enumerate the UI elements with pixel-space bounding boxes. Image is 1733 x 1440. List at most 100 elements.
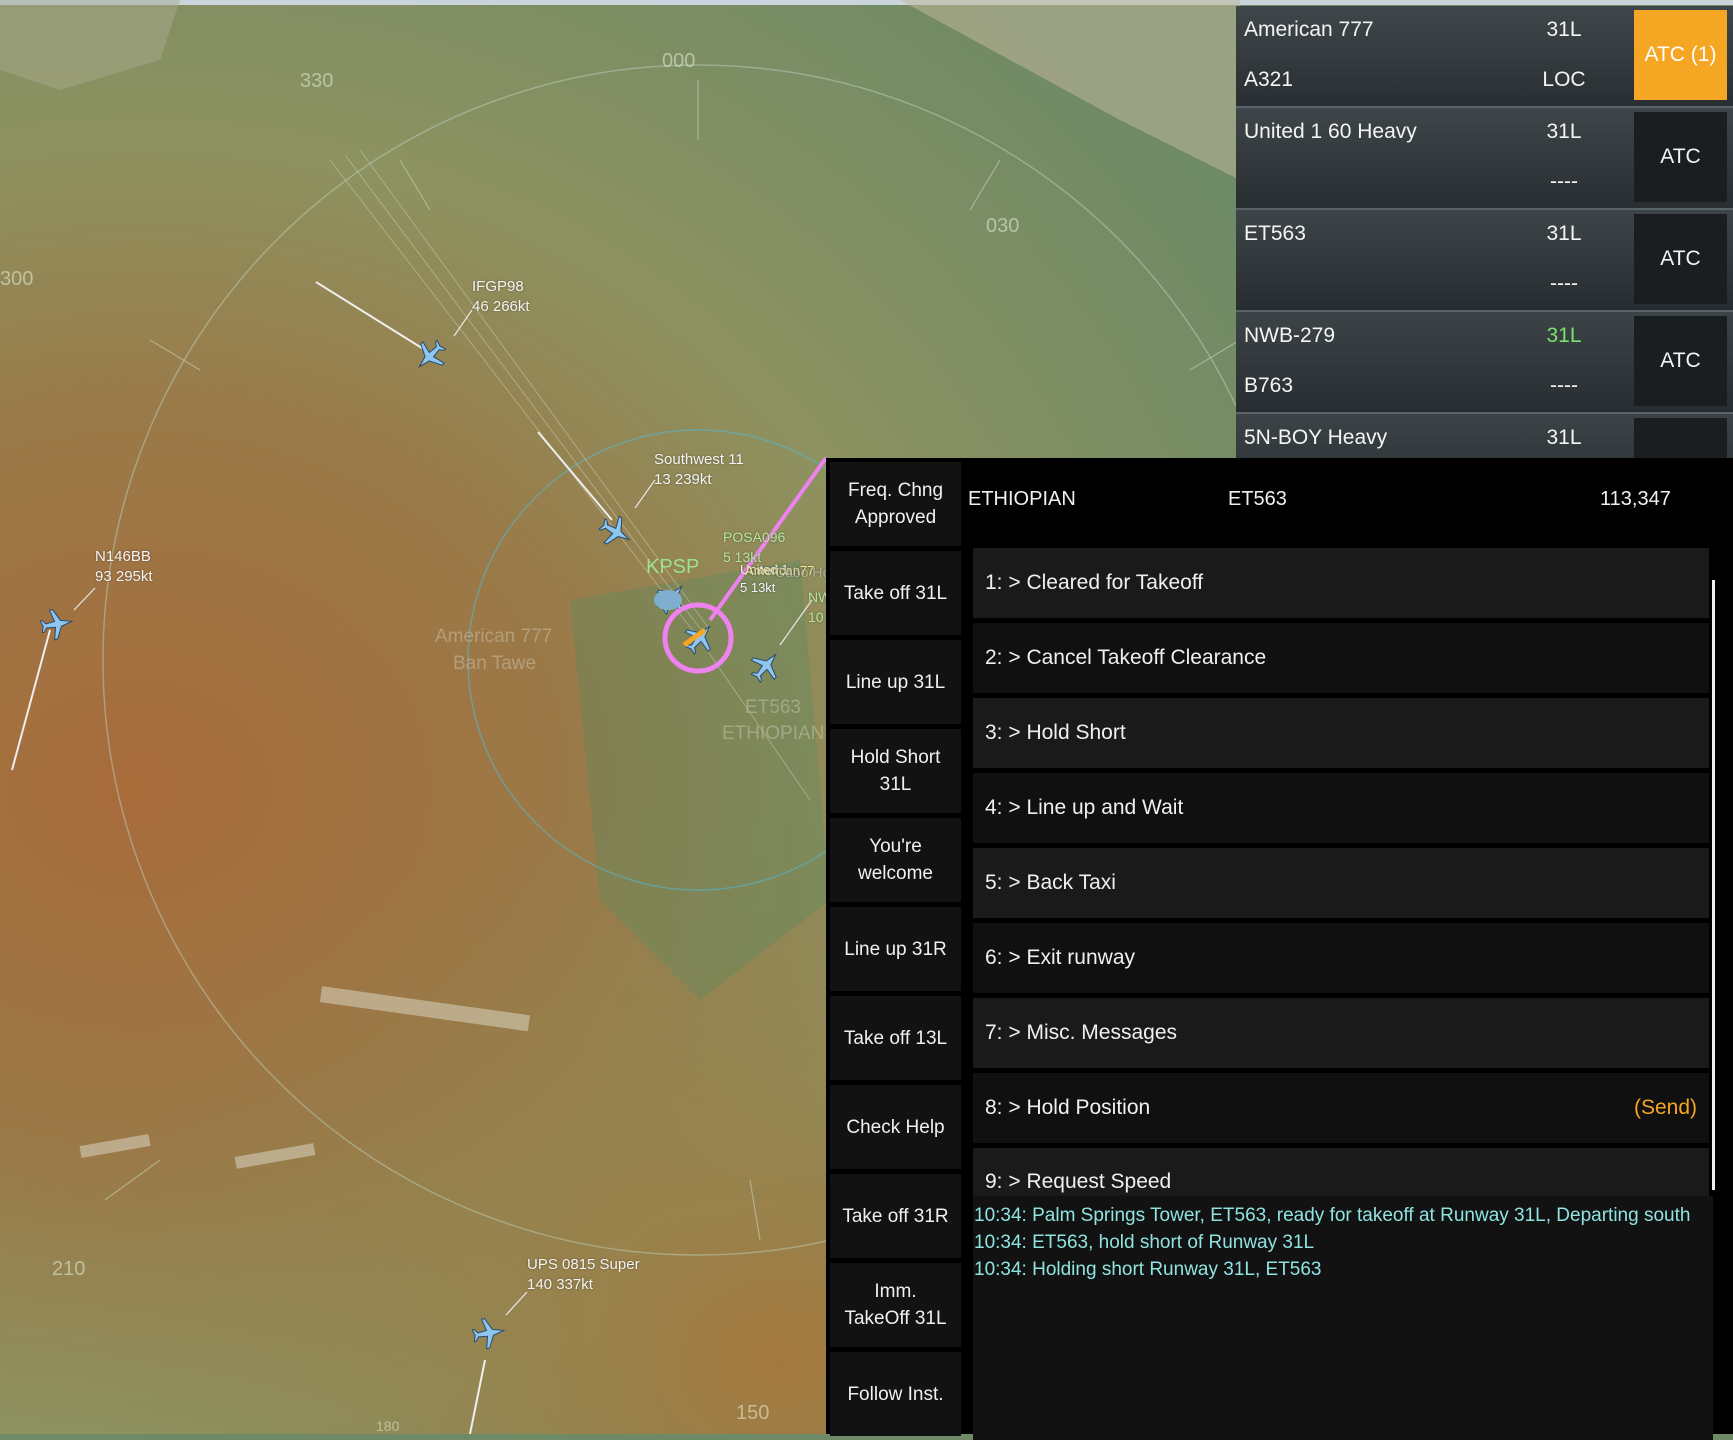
strip-callsign: American 777	[1244, 18, 1374, 41]
command-label: Freq. Chng Approved	[847, 480, 944, 528]
strip-type: B763	[1244, 374, 1294, 397]
strip-united160[interactable]: United 1 60 Heavy 31L ---- ATC	[1236, 108, 1733, 210]
option-label: > Cleared for Takeoff	[1008, 571, 1204, 594]
option-number: 2:	[985, 646, 1003, 669]
strip-5nboy[interactable]: 5N-BOY Heavy 31L	[1236, 414, 1733, 460]
command-label: Line up 31L	[845, 671, 946, 693]
strip-nwb279[interactable]: NWB-279 B763 31L ---- ATC	[1236, 312, 1733, 414]
strip-status: ----	[1550, 374, 1578, 397]
bearing-210: 210	[52, 1258, 86, 1280]
atc-button[interactable]: ATC	[1634, 316, 1727, 406]
option-exit-runway[interactable]: 6: > Exit runway	[973, 923, 1709, 993]
command-label: Take off 31R	[842, 1205, 949, 1227]
atc-button[interactable]	[1634, 418, 1727, 460]
command-label: Take off 13L	[843, 1027, 948, 1049]
option-hold-short[interactable]: 3: > Hold Short	[973, 698, 1709, 768]
option-misc-messages[interactable]: 7: > Misc. Messages	[973, 998, 1709, 1068]
strip-status: ----	[1550, 272, 1578, 295]
send-link[interactable]: (Send)	[1634, 1096, 1697, 1120]
option-cleared-for-takeoff[interactable]: 1: > Cleared for Takeoff	[973, 548, 1709, 618]
take-off-31l-button[interactable]: Take off 31L	[830, 551, 961, 635]
command-label: Follow Inst.	[847, 1383, 944, 1405]
follow-inst-button[interactable]: Follow Inst.	[830, 1352, 961, 1436]
take-off-13l-button[interactable]: Take off 13L	[830, 996, 961, 1080]
imm-takeoff-31l-button[interactable]: Imm. TakeOff 31L	[830, 1263, 961, 1347]
atc-button[interactable]: ATC	[1634, 112, 1727, 202]
airport-label: KPSP	[646, 556, 700, 578]
strip-status: ----	[1550, 170, 1578, 193]
aircraft-tag-southwest11[interactable]: Southwest 11 13 239kt	[654, 450, 744, 490]
strip-runway: 31L	[1546, 426, 1582, 449]
detail-callsign: ET563	[1228, 488, 1287, 510]
faint-label-ethiopian: ETHIOPIAN	[722, 723, 825, 744]
option-number: 6:	[985, 946, 1003, 969]
detail-value: 113,347	[1600, 488, 1671, 510]
take-off-31r-button[interactable]: Take off 31R	[830, 1174, 961, 1258]
log-entry: 10:34: Holding short Runway 31L, ET563	[974, 1259, 1322, 1280]
command-label: You're welcome	[858, 836, 933, 884]
line-up-31r-button[interactable]: Line up 31R	[830, 907, 961, 991]
atc-button[interactable]: ATC (1)	[1634, 10, 1727, 100]
command-label: Hold Short 31L	[850, 747, 941, 795]
option-label: > Hold Short	[1008, 721, 1126, 744]
youre-welcome-button[interactable]: You're welcome	[830, 818, 961, 902]
aircraft-tag-ups0815[interactable]: UPS 0815 Super 140 337kt	[527, 1255, 640, 1295]
option-label: > Cancel Takeoff Clearance	[1008, 646, 1267, 669]
command-label: Take off 31L	[843, 582, 948, 604]
bearing-030: 030	[986, 215, 1020, 237]
command-label: Imm. TakeOff 31L	[844, 1281, 947, 1329]
strip-et563[interactable]: ET563 31L ---- ATC	[1236, 210, 1733, 312]
command-menu: Freq. Chng Approved Take off 31L Line up…	[826, 458, 965, 1436]
bearing-300: 300	[0, 268, 34, 290]
strip-american777[interactable]: American 777 A321 31L LOC ATC (1)	[1236, 6, 1733, 108]
strip-type: A321	[1244, 68, 1294, 91]
bearing-330: 330	[300, 70, 334, 92]
strip-callsign: 5N-BOY Heavy	[1244, 426, 1388, 449]
options-scrollbar[interactable]	[1712, 580, 1715, 1190]
airline-name: ETHIOPIAN	[968, 488, 1076, 510]
option-number: 8:	[985, 1096, 1003, 1119]
option-number: 5:	[985, 871, 1003, 894]
option-back-taxi[interactable]: 5: > Back Taxi	[973, 848, 1709, 918]
option-number: 4:	[985, 796, 1003, 819]
strip-runway: 31L	[1546, 120, 1582, 143]
aircraft-tag-ifgp98[interactable]: IFGP98 46 266kt	[472, 277, 530, 317]
flight-strips-panel: American 777 A321 31L LOC ATC (1) United…	[1236, 6, 1733, 460]
option-label: > Line up and Wait	[1008, 796, 1184, 819]
option-label: > Misc. Messages	[1008, 1021, 1177, 1044]
aircraft-detail-panel: ETHIOPIAN ET563 113,347 1: > Cleared for…	[964, 458, 1733, 1440]
log-entry: 10:34: Palm Springs Tower, ET563, ready …	[974, 1205, 1691, 1226]
strip-runway: 31L	[1546, 324, 1582, 347]
command-label: Line up 31R	[844, 938, 947, 960]
aircraft-tag-n146bb[interactable]: N146BB 93 295kt	[95, 547, 153, 587]
message-log: 10:34: Palm Springs Tower, ET563, ready …	[973, 1196, 1713, 1440]
bearing-000: 000	[662, 50, 696, 72]
strip-callsign: NWB-279	[1244, 324, 1336, 347]
option-label: > Request Speed	[1008, 1170, 1172, 1193]
option-number: 3:	[985, 721, 1003, 744]
freq-change-approved-button[interactable]: Freq. Chng Approved	[830, 462, 961, 546]
option-label: > Exit runway	[1008, 946, 1135, 969]
option-number: 1:	[985, 571, 1003, 594]
line-up-31l-button[interactable]: Line up 31L	[830, 640, 961, 724]
option-number: 7:	[985, 1021, 1003, 1044]
option-line-up-and-wait[interactable]: 4: > Line up and Wait	[973, 773, 1709, 843]
log-entry: 10:34: ET563, hold short of Runway 31L	[974, 1232, 1315, 1253]
option-cancel-takeoff-clearance[interactable]: 2: > Cancel Takeoff Clearance	[973, 623, 1709, 693]
strip-status: LOC	[1542, 68, 1586, 91]
strip-callsign: ET563	[1244, 222, 1306, 245]
hold-short-31l-button[interactable]: Hold Short 31L	[830, 729, 961, 813]
option-number: 9:	[985, 1170, 1003, 1193]
strip-runway: 31L	[1546, 18, 1582, 41]
bearing-150: 150	[736, 1402, 770, 1424]
check-help-button[interactable]: Check Help	[830, 1085, 961, 1169]
option-label: > Hold Position	[1008, 1096, 1151, 1119]
bearing-180: 180	[376, 1418, 400, 1434]
strip-callsign: United 1 60 Heavy	[1244, 120, 1417, 143]
option-request-speed[interactable]: 9: > Request Speed	[973, 1148, 1709, 1196]
option-hold-position[interactable]: 8: > Hold Position (Send)	[973, 1073, 1709, 1143]
strip-runway: 31L	[1546, 222, 1582, 245]
faint-label-et563: ET563	[745, 697, 801, 718]
atc-button[interactable]: ATC	[1634, 214, 1727, 304]
option-label: > Back Taxi	[1008, 871, 1116, 894]
